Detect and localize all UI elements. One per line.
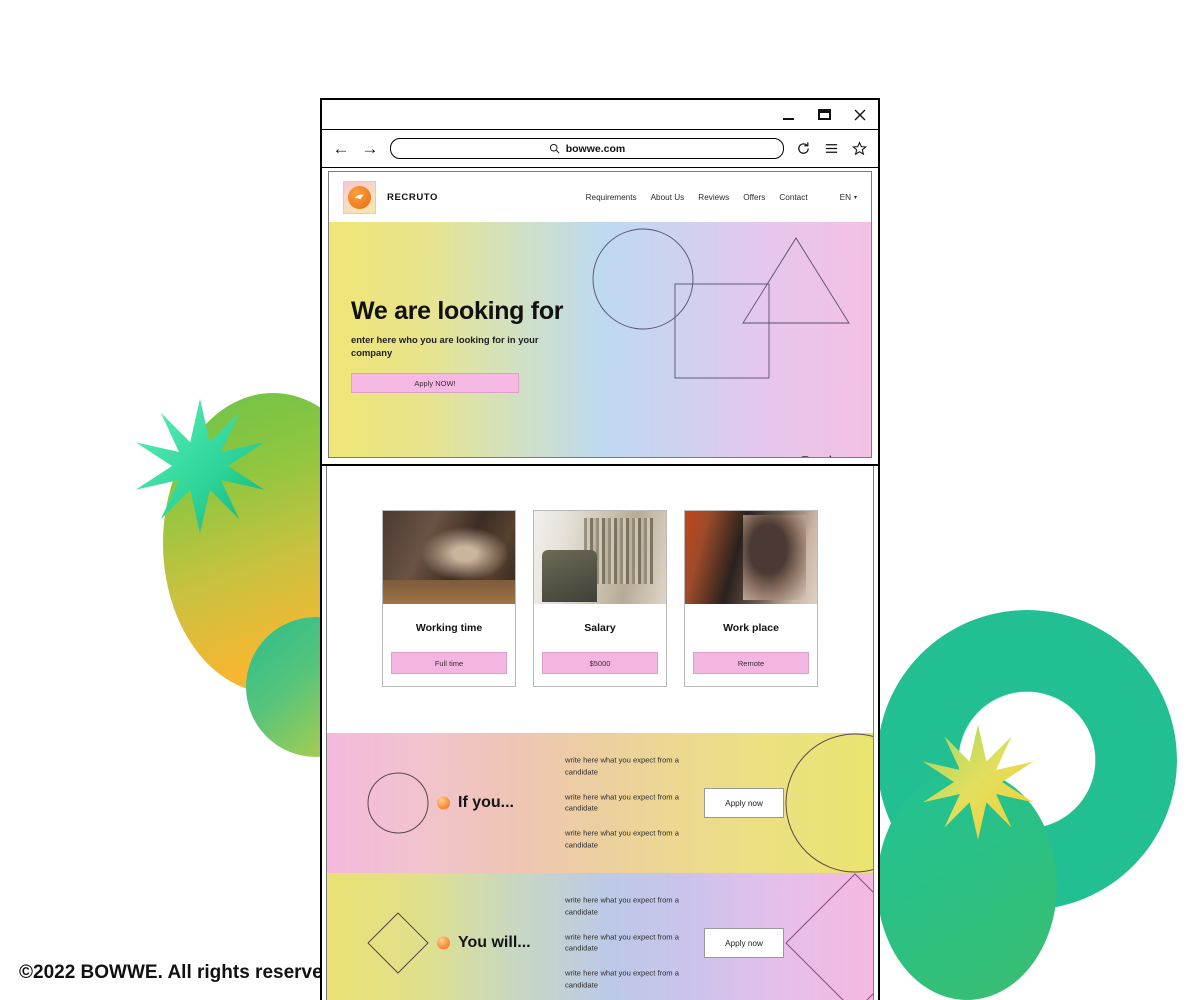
feature-card-value[interactable]: $5000 <box>542 652 658 674</box>
feature-card[interactable]: Salary $5000 <box>533 510 667 687</box>
site-viewport: RECRUTO Requirements About Us Reviews Of… <box>328 171 872 458</box>
feature-card-value[interactable]: Remote <box>693 652 809 674</box>
diamond-outline-icon <box>367 912 429 974</box>
page-canvas: Source: bowwe.com ©2022 BOWWE. All right… <box>0 0 1200 1000</box>
feature-card-title: Working time <box>415 622 483 634</box>
language-value: EN <box>839 192 851 202</box>
feature-card-title: Salary <box>584 622 616 634</box>
large-circle-outline-icon <box>785 733 873 873</box>
banner-bullet: write here what you expect from a candid… <box>565 755 679 777</box>
social-label: Check who we are at <box>639 457 702 458</box>
hero-section: We are looking for enter here who you ar… <box>329 222 871 458</box>
logo-bird-icon <box>348 185 371 209</box>
woman-at-desk-photo <box>383 511 515 604</box>
large-chevron-outline-icon <box>785 873 873 1000</box>
page-continuation-content: Working time Full time Salary $5000 Work… <box>326 466 874 1000</box>
banner-bullet-list: write here what you expect from a candid… <box>565 895 685 992</box>
circle-outline-icon <box>367 772 429 834</box>
feature-cards-section: Working time Full time Salary $5000 Work… <box>327 466 873 733</box>
banner-heading: You will... <box>458 934 531 951</box>
instagram-icon[interactable] <box>799 455 810 457</box>
apply-now-hero-button[interactable]: Apply NOW! <box>351 373 519 394</box>
back-icon[interactable]: ← <box>332 140 350 157</box>
bookmark-star-icon[interactable] <box>851 140 868 157</box>
banner-bullet: write here what you expect from a candid… <box>565 895 679 917</box>
browser-window: ← → bowwe.com RECRUTO Requirements About… <box>320 98 880 466</box>
nav-links: Requirements About Us Reviews Offers Con… <box>586 193 857 202</box>
logo-icon[interactable] <box>343 180 376 214</box>
language-selector[interactable]: EN ▾ <box>840 193 857 202</box>
chevron-down-icon: ▾ <box>853 194 857 201</box>
reload-icon[interactable] <box>795 140 812 157</box>
youtube-icon[interactable] <box>771 455 782 457</box>
banner-bullet: write here what you expect from a candid… <box>565 792 679 813</box>
houzz-icon[interactable] <box>827 455 838 457</box>
feature-card-title: Work place <box>723 622 779 634</box>
banner-heading: If you... <box>458 794 514 811</box>
banner-bullet: write here what you expect from a candid… <box>565 932 679 953</box>
address-bar[interactable]: bowwe.com <box>390 138 784 159</box>
feature-card[interactable]: Working time Full time <box>382 510 516 687</box>
man-with-glasses-photo <box>685 511 817 604</box>
feature-card[interactable]: Work place Remote <box>684 510 818 687</box>
menu-icon[interactable] <box>823 140 840 157</box>
hero-subtitle: enter here who you are looking for in yo… <box>351 334 539 358</box>
brand-name: RECRUTO <box>387 191 438 203</box>
browser-title-bar <box>322 100 878 130</box>
facebook-icon[interactable] <box>743 455 754 457</box>
team-meeting-photo <box>534 511 666 604</box>
hero-copy: We are looking for enter here who you ar… <box>351 297 651 394</box>
page-continuation-frame: Working time Full time Salary $5000 Work… <box>320 466 880 1000</box>
feature-card-pill-wrap: Full time <box>383 634 515 686</box>
hero-title: We are looking for <box>351 297 564 325</box>
feature-card-pill-wrap: $5000 <box>534 634 666 686</box>
browser-toolbar: ← → bowwe.com <box>322 130 878 168</box>
feature-cards-row: Working time Full time Salary $5000 Work… <box>327 510 873 687</box>
feature-card-pill-wrap: Remote <box>685 634 817 686</box>
banner-bullet: write here what you expect from a candid… <box>565 968 679 990</box>
nav-link-about-us[interactable]: About Us <box>651 193 685 202</box>
benefits-banner: You will... write here what you expect f… <box>327 873 873 1000</box>
site-navbar: RECRUTO Requirements About Us Reviews Of… <box>329 172 871 222</box>
banner-bullet: write here what you expect from a candid… <box>565 828 679 850</box>
forward-icon[interactable]: → <box>361 140 379 157</box>
requirements-banner: If you... write here what you expect fro… <box>327 733 873 873</box>
url-text: bowwe.com <box>565 142 626 155</box>
feature-card-value[interactable]: Full time <box>391 652 507 674</box>
nav-link-contact[interactable]: Contact <box>779 193 807 202</box>
apply-now-button[interactable]: Apply now <box>704 928 784 958</box>
hero-social-row: Check who we are at <box>639 455 838 458</box>
decorative-star-teal <box>135 398 265 534</box>
nav-link-offers[interactable]: Offers <box>743 193 765 202</box>
bullet-dot-icon <box>437 936 450 950</box>
maximize-button[interactable] <box>814 105 834 125</box>
triangle-outline-icon <box>742 237 850 324</box>
bullet-dot-icon <box>437 796 450 810</box>
nav-link-reviews[interactable]: Reviews <box>698 193 729 202</box>
decorative-star-yellow <box>922 724 1034 840</box>
apply-now-button[interactable]: Apply now <box>704 788 784 818</box>
close-icon[interactable] <box>850 105 870 125</box>
search-icon <box>549 143 560 154</box>
copyright-text: ©2022 BOWWE. All rights reserved <box>19 962 335 983</box>
nav-link-requirements[interactable]: Requirements <box>586 193 637 202</box>
minimize-button[interactable] <box>778 105 798 125</box>
banner-bullet-list: write here what you expect from a candid… <box>565 755 685 852</box>
